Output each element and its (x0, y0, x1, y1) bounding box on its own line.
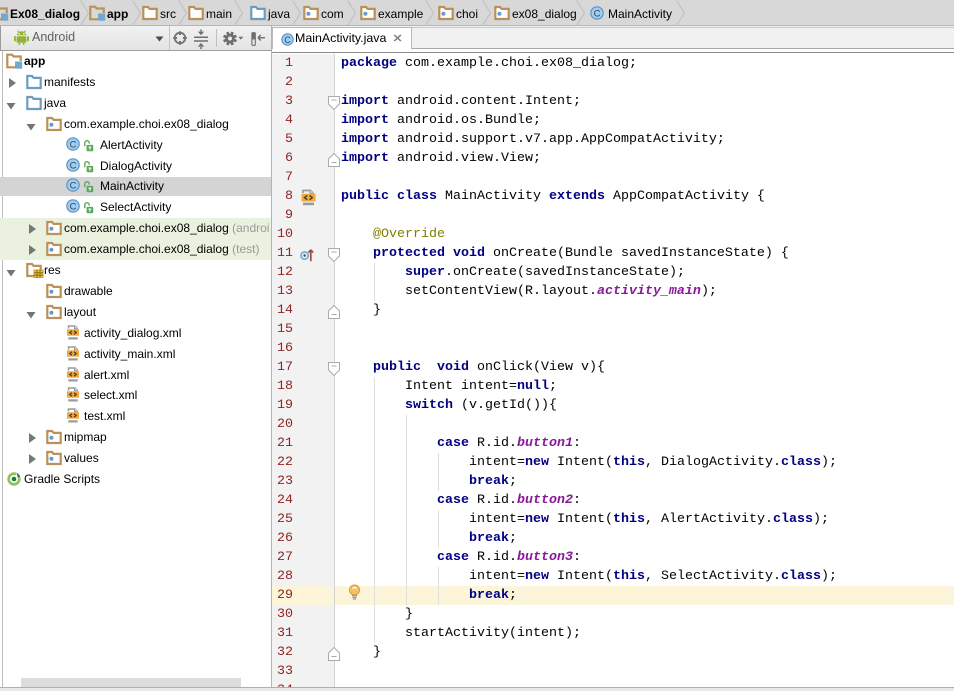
svg-text:C: C (70, 181, 77, 192)
svg-text:C: C (70, 160, 77, 171)
svg-text:C: C (70, 139, 77, 150)
svg-text:C: C (70, 202, 77, 213)
svg-text:C: C (594, 9, 601, 20)
svg-text:C: C (284, 35, 291, 45)
